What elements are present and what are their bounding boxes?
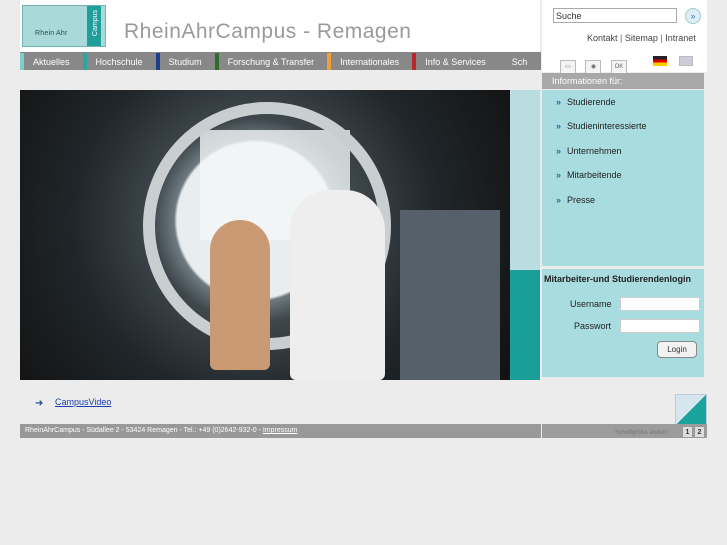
username-field[interactable]: [620, 297, 700, 311]
info-item[interactable]: » Presse: [556, 195, 595, 205]
person-right: [290, 190, 385, 380]
logo-text: Rhein Ahr: [35, 30, 68, 37]
info-item-label: Mitarbeitende: [567, 170, 622, 180]
nav-item[interactable]: Sch: [498, 53, 541, 70]
nav-item[interactable]: Aktuelles: [20, 53, 83, 70]
logo-vertical-text: Campus: [92, 10, 99, 37]
password-field[interactable]: [620, 319, 700, 333]
info-item-label: Studierende: [567, 97, 616, 107]
info-heading: Informationen für:: [542, 73, 704, 89]
font-size-2-button[interactable]: 2: [694, 426, 705, 438]
footer-address: RheinAhrCampus - Südallee 2 - 53424 Rema…: [25, 427, 263, 434]
double-chevron-icon: »: [556, 146, 562, 156]
double-chevron-icon: »: [556, 170, 562, 180]
username-label: Username: [570, 299, 612, 309]
nav-item[interactable]: Forschung & Transfer: [214, 53, 328, 70]
main-nav: Aktuelles Hochschule Studium Forschung & Tr…: [20, 52, 541, 70]
top-links: Kontakt | Sitemap | Intranet: [587, 33, 696, 43]
link-kontakt[interactable]: Kontakt: [587, 33, 618, 43]
info-item[interactable]: » Studierende: [556, 97, 616, 107]
campus-video-link[interactable]: CampusVideo: [55, 397, 111, 407]
info-list: » Studierende » Studieninteressierte » Untern…: [542, 90, 704, 266]
arrow-right-icon: ➜: [35, 398, 44, 409]
machinery-shape: [400, 210, 500, 380]
de-flag-icon[interactable]: [653, 56, 667, 66]
nav-item[interactable]: Info & Services: [412, 53, 499, 70]
footer-bar: RheinAhrCampus - Südallee 2 - 53424 Rema…: [20, 424, 541, 438]
nav-item[interactable]: Internationales: [327, 53, 412, 70]
info-item[interactable]: » Studieninteressierte: [556, 121, 647, 131]
info-item-label: Studieninteressierte: [567, 121, 647, 131]
link-sitemap[interactable]: Sitemap: [625, 33, 658, 43]
font-size-1-button[interactable]: 1: [682, 426, 693, 438]
site-title: RheinAhrCampus - Remagen: [124, 20, 412, 43]
login-title: Mitarbeiter-und Studierendenlogin: [544, 274, 692, 284]
audio-icon[interactable]: ◉: [585, 60, 602, 74]
double-chevron-icon: »: [556, 121, 562, 131]
search-input[interactable]: [553, 8, 677, 23]
person-left: [210, 220, 270, 370]
nav-item[interactable]: Studium: [155, 53, 215, 70]
ok-icon[interactable]: OK: [610, 60, 627, 74]
corner-logo-icon: [675, 394, 707, 426]
login-box: Mitarbeiter-und Studierendenlogin Userna…: [542, 269, 704, 377]
impressum-link[interactable]: Impressum: [263, 427, 298, 434]
info-item-label: Presse: [567, 195, 596, 205]
login-button[interactable]: Login: [657, 341, 697, 358]
password-label: Passwort: [574, 321, 612, 331]
info-item[interactable]: » Mitarbeitende: [556, 170, 622, 180]
hero-side-strip: [510, 90, 540, 380]
double-chevron-icon: »: [556, 195, 562, 205]
info-item[interactable]: » Unternehmen: [556, 146, 622, 156]
font-size-label: Schriftgröße ändern: [615, 430, 669, 436]
print-icon[interactable]: ▭: [560, 60, 576, 74]
campus-logo[interactable]: Rhein Ahr Campus: [22, 5, 106, 47]
double-chevron-icon: »: [556, 97, 562, 107]
utility-icons: ▭ ◉ OK: [560, 55, 632, 74]
link-intranet[interactable]: Intranet: [665, 33, 696, 43]
search-go-icon[interactable]: »: [685, 8, 701, 24]
info-item-label: Unternehmen: [567, 146, 622, 156]
en-flag-icon[interactable]: [679, 56, 693, 66]
nav-item[interactable]: Hochschule: [82, 53, 156, 70]
hero-image: [20, 90, 510, 380]
